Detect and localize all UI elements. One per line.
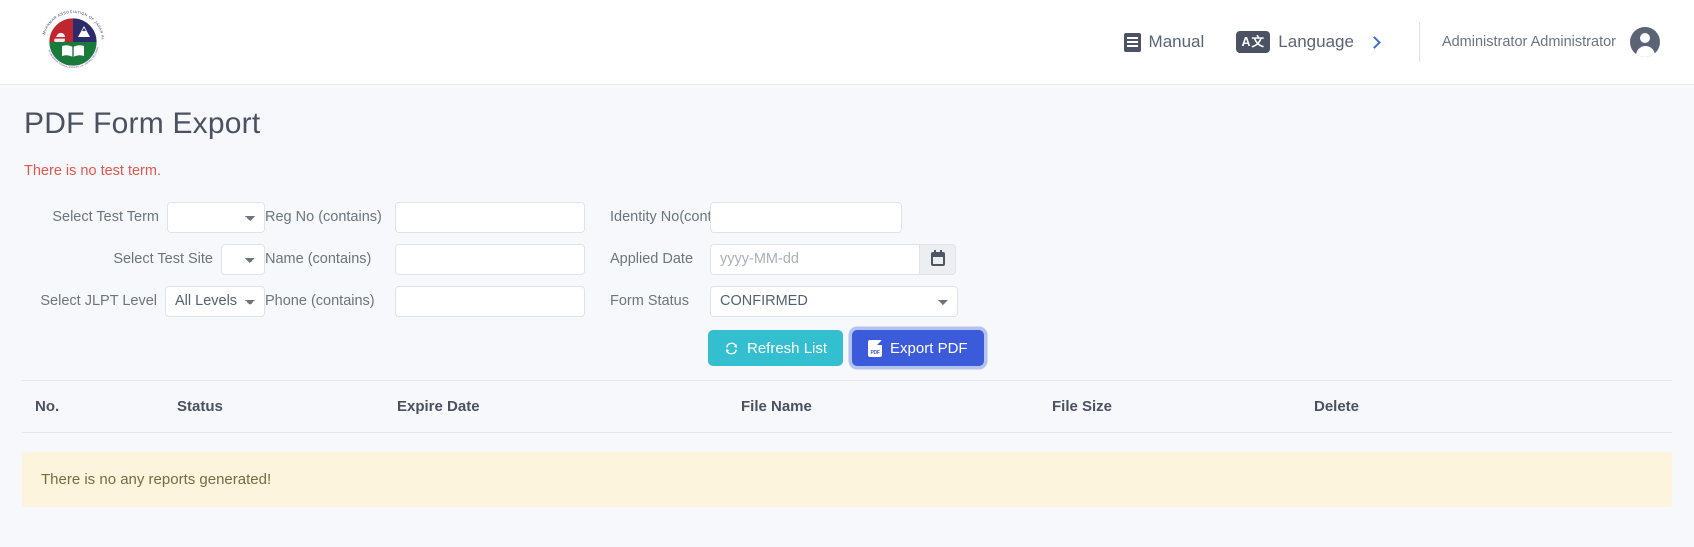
- calendar-icon: [930, 250, 945, 266]
- name-label: Name (contains): [265, 251, 372, 267]
- identity-no-label: Identity No(contains): [610, 209, 743, 225]
- phone-input[interactable]: [395, 285, 585, 317]
- user-menu[interactable]: Administrator Administrator: [1442, 27, 1660, 57]
- manual-book-icon: [1123, 32, 1141, 52]
- maja-logo-icon: MYANMAR ASSOCIATION OF JAPAN ALUMNI MYAN…: [38, 7, 108, 77]
- form-status-select[interactable]: CONFIRMED: [710, 285, 958, 317]
- page-content: PDF Form Export There is no test term. S…: [0, 85, 1694, 547]
- navbar-divider: [1418, 22, 1420, 62]
- filter-row-1: Select Test Term Reg No (contains) Ident…: [22, 196, 1672, 238]
- filter-test-term: Select Test Term: [22, 201, 265, 233]
- name-input[interactable]: [395, 243, 585, 275]
- export-pdf-label: Export PDF: [890, 339, 968, 357]
- filter-name: Name (contains): [265, 243, 610, 275]
- reports-table-wrapper: No. Status Expire Date File Name File Si…: [22, 380, 1672, 433]
- empty-reports-alert: There is no any reports generated!: [22, 452, 1672, 507]
- table-header-row: No. Status Expire Date File Name File Si…: [22, 381, 1672, 433]
- applied-date-input[interactable]: [710, 243, 919, 275]
- jlpt-level-label: Select JLPT Level: [40, 293, 157, 309]
- form-status-label: Form Status: [610, 293, 689, 309]
- no-test-term-warning: There is no test term.: [24, 163, 161, 179]
- applied-date-group: [710, 243, 956, 275]
- manual-link[interactable]: Manual: [1108, 32, 1221, 52]
- test-term-label: Select Test Term: [52, 209, 159, 225]
- reg-no-input[interactable]: [395, 201, 585, 233]
- filter-form: Select Test Term Reg No (contains) Ident…: [22, 196, 1672, 366]
- phone-label: Phone (contains): [265, 293, 375, 309]
- filter-row-3: Select JLPT Level All Levels Phone (cont…: [22, 280, 1672, 322]
- pdf-file-icon: [868, 339, 883, 357]
- avatar-icon: [1630, 27, 1660, 57]
- brand-logo[interactable]: MYANMAR ASSOCIATION OF JAPAN ALUMNI MYAN…: [38, 7, 108, 77]
- column-header-delete: Delete: [1314, 381, 1672, 433]
- test-site-label: Select Test Site: [113, 251, 213, 267]
- action-button-row: Refresh List Export PDF: [22, 330, 1672, 366]
- column-header-expire-date: Expire Date: [397, 381, 741, 433]
- filter-form-status: Form Status CONFIRMED: [610, 285, 958, 317]
- filter-reg-no: Reg No (contains): [265, 201, 610, 233]
- reg-no-label: Reg No (contains): [265, 209, 382, 225]
- test-site-select[interactable]: [221, 243, 265, 275]
- language-label: Language: [1278, 32, 1354, 51]
- column-header-file-name: File Name: [741, 381, 1052, 433]
- reports-table: No. Status Expire Date File Name File Si…: [22, 381, 1672, 433]
- filter-row-2: Select Test Site Name (contains) Applied…: [22, 238, 1672, 280]
- refresh-list-label: Refresh List: [747, 339, 828, 357]
- column-header-file-size: File Size: [1052, 381, 1314, 433]
- filter-jlpt-level: Select JLPT Level All Levels: [22, 285, 265, 317]
- export-pdf-button[interactable]: Export PDF: [852, 330, 984, 366]
- refresh-icon: [724, 341, 739, 356]
- applied-date-label: Applied Date: [610, 251, 694, 267]
- filter-applied-date: Applied Date: [610, 243, 956, 275]
- chevron-right-icon: [1368, 35, 1381, 49]
- top-navbar: MYANMAR ASSOCIATION OF JAPAN ALUMNI MYAN…: [0, 0, 1694, 85]
- filter-identity-no: Identity No(contains): [610, 201, 902, 233]
- jlpt-level-select[interactable]: All Levels: [165, 285, 265, 317]
- column-header-no: No.: [22, 381, 177, 433]
- manual-label: Manual: [1148, 32, 1205, 51]
- test-term-select[interactable]: [167, 201, 265, 233]
- filter-phone: Phone (contains): [265, 285, 610, 317]
- page-title: PDF Form Export: [24, 107, 261, 140]
- navbar-right-group: Manual A文 Language Administrator Adminis…: [1108, 0, 1660, 84]
- reports-table-head: No. Status Expire Date File Name File Si…: [22, 381, 1672, 433]
- user-name-label: Administrator Administrator: [1441, 34, 1616, 50]
- filter-test-site: Select Test Site: [22, 243, 265, 275]
- calendar-button[interactable]: [919, 243, 956, 275]
- column-header-status: Status: [177, 381, 397, 433]
- identity-no-input[interactable]: [710, 201, 902, 233]
- language-link[interactable]: A文 Language: [1220, 31, 1397, 53]
- refresh-list-button[interactable]: Refresh List: [708, 330, 844, 366]
- translate-icon: A文: [1236, 31, 1271, 53]
